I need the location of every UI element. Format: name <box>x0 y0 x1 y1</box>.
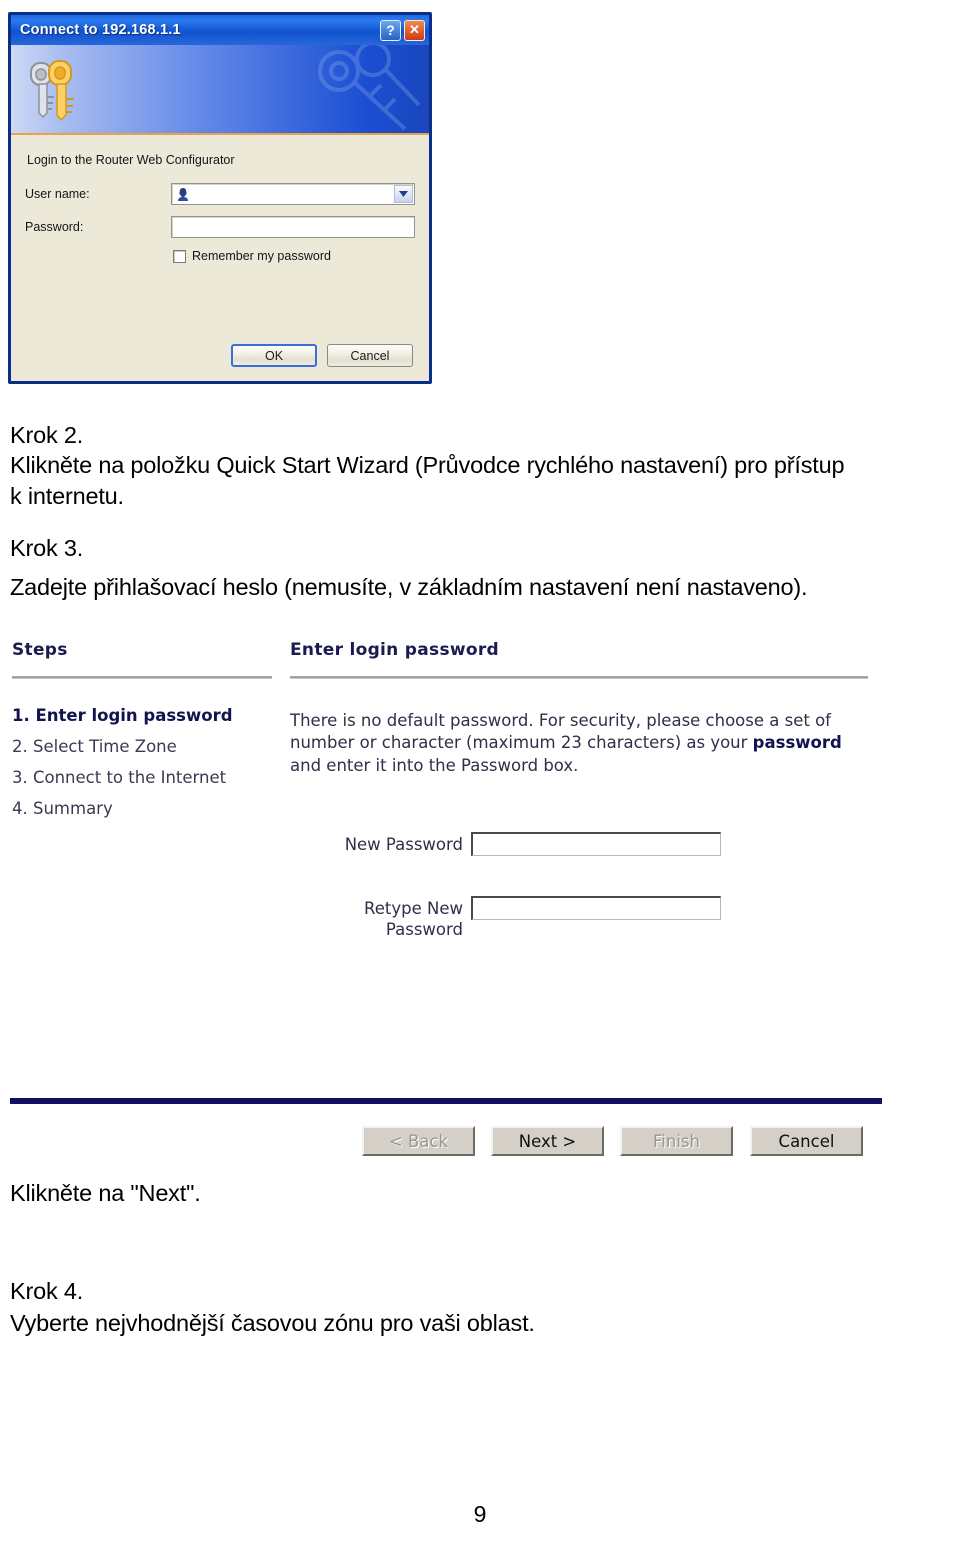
remember-password-row[interactable]: Remember my password <box>173 249 415 263</box>
back-button[interactable]: < Back <box>362 1126 475 1156</box>
next-button[interactable]: Next > <box>491 1126 604 1156</box>
ok-button[interactable]: OK <box>231 344 317 367</box>
connect-dialog: Connect to 192.168.1.1 ? ✕ Login to the … <box>8 12 432 384</box>
dialog-titlebar: Connect to 192.168.1.1 ? ✕ <box>11 15 429 45</box>
step-item-2[interactable]: 2. Select Time Zone <box>12 737 282 756</box>
step3-text: Zadejte přihlašovací heslo (nemusíte, v … <box>10 574 808 600</box>
password-label: Password: <box>25 220 84 234</box>
remember-password-label: Remember my password <box>192 249 331 263</box>
description-part1: There is no default password. For securi… <box>290 711 831 753</box>
step2-line2: k internetu. <box>10 483 124 509</box>
key-watermark-icon <box>318 45 421 131</box>
dialog-banner <box>11 45 429 135</box>
step4-heading: Krok 4. <box>10 1278 84 1304</box>
steps-heading: Steps <box>12 640 68 660</box>
username-row: User name: <box>25 183 415 205</box>
step-item-3[interactable]: 3. Connect to the Internet <box>12 768 282 787</box>
username-label: User name: <box>25 187 90 201</box>
keys-icon <box>30 60 74 122</box>
step-item-1[interactable]: 1. Enter login password <box>12 706 282 725</box>
chevron-down-icon[interactable] <box>394 185 413 203</box>
step4-text: Vyberte nejvhodnější časovou zónu pro va… <box>10 1310 535 1336</box>
dialog-title: Connect to 192.168.1.1 <box>20 22 181 38</box>
password-input[interactable] <box>170 216 415 238</box>
login-instruction: Login to the Router Web Configurator <box>27 153 235 167</box>
click-next-text: Klikněte na "Next". <box>10 1180 201 1206</box>
steps-divider <box>12 676 272 679</box>
dialog-button-bar: OK Cancel <box>11 344 429 367</box>
quick-start-wizard: Steps Enter login password 1. Enter logi… <box>0 628 900 1188</box>
titlebar-buttons: ? ✕ <box>380 19 425 41</box>
new-password-input[interactable] <box>471 832 721 856</box>
step2-heading: Krok 2. <box>10 422 84 448</box>
wizard-separator <box>10 1098 882 1104</box>
finish-button[interactable]: Finish <box>620 1126 733 1156</box>
cancel-button-wizard[interactable]: Cancel <box>750 1126 863 1156</box>
retype-password-row: Retype New Password <box>335 896 721 940</box>
dialog-body: Login to the Router Web Configurator Use… <box>11 135 429 383</box>
new-password-label: New Password <box>344 835 463 854</box>
retype-password-input[interactable] <box>471 896 721 920</box>
steps-list: 1. Enter login password 2. Select Time Z… <box>12 706 282 830</box>
description-emphasis: password <box>752 733 842 753</box>
password-description: There is no default password. For securi… <box>290 710 870 777</box>
help-icon[interactable]: ? <box>380 19 401 41</box>
page-number: 9 <box>473 1501 487 1527</box>
description-part2: and enter it into the Password box. <box>290 755 579 775</box>
step3-heading: Krok 3. <box>10 535 84 561</box>
retype-label-line1: Retype New <box>364 899 463 918</box>
panel-heading: Enter login password <box>290 640 500 660</box>
retype-password-label: Retype New Password <box>335 896 463 940</box>
username-input[interactable] <box>170 183 415 205</box>
cancel-button[interactable]: Cancel <box>327 344 413 367</box>
step2-line1: Klikněte na položku Quick Start Wizard (… <box>10 452 845 478</box>
user-icon <box>177 188 188 201</box>
panel-divider <box>290 676 868 679</box>
remember-password-checkbox[interactable] <box>173 249 186 263</box>
wizard-button-bar: < Back Next > Finish Cancel <box>0 1126 900 1160</box>
retype-label-line2: Password <box>385 920 463 940</box>
step-item-4[interactable]: 4. Summary <box>12 799 282 818</box>
password-row: Password: <box>25 216 415 238</box>
new-password-row: New Password <box>335 832 721 856</box>
close-icon[interactable]: ✕ <box>404 19 425 41</box>
